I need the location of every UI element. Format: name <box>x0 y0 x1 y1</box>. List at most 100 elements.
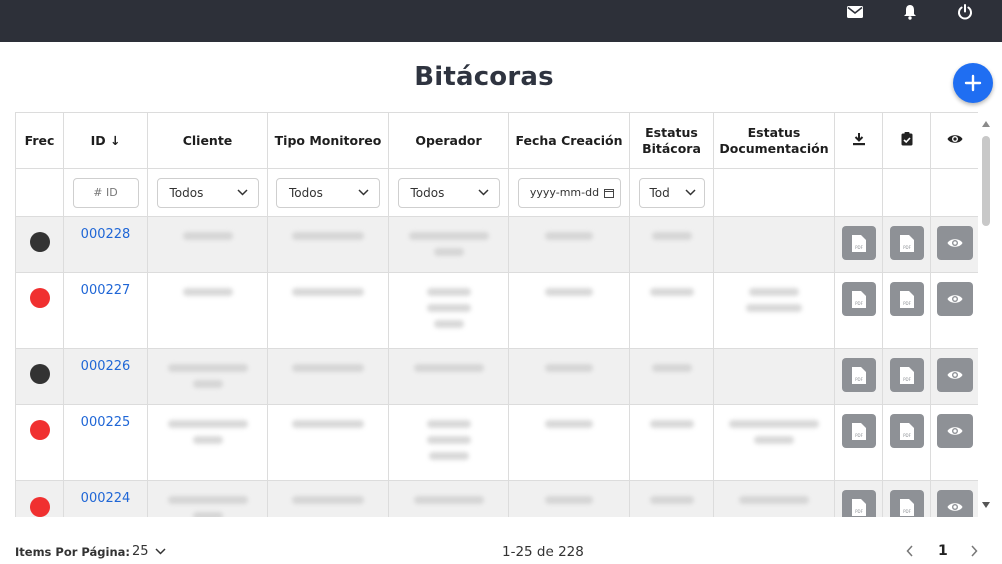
column-header-id[interactable]: ID ↓ <box>63 112 148 169</box>
scroll-up-arrow[interactable] <box>982 121 990 127</box>
pagination-footer: Items Por Página: 25 1-25 de 228 1 <box>0 530 1002 564</box>
pdf-download-button[interactable]: PDF <box>841 490 876 517</box>
page-title: Bitácoras <box>414 62 554 92</box>
row-id-link[interactable]: 000224 <box>81 491 131 506</box>
blurred-text <box>651 232 692 240</box>
eye-icon <box>947 371 962 379</box>
blurred-text <box>167 364 248 372</box>
column-header-estatus-documentacion[interactable]: Estatus Documentación <box>713 112 835 169</box>
view-button[interactable] <box>936 282 973 316</box>
tipo-filter-select[interactable]: Todos <box>276 177 380 208</box>
mail-icon[interactable] <box>844 3 866 21</box>
table-row[interactable]: 000224 PDF PDF <box>15 480 978 517</box>
operador-filter-select[interactable]: Todos <box>397 177 500 208</box>
download-icon <box>852 132 865 145</box>
pagination-range: 1-25 de 228 <box>502 544 584 560</box>
row-id-link[interactable]: 000228 <box>81 227 131 242</box>
column-header-estatus-bitacora[interactable]: Estatus Bitácora <box>629 112 714 169</box>
blurred-text <box>408 232 489 240</box>
eye-icon <box>947 295 962 303</box>
table-row[interactable]: 000228 PDF PDF <box>15 216 978 273</box>
fecha-filter-input[interactable]: yyyy-mm-dd <box>517 177 621 208</box>
blurred-text <box>426 436 471 444</box>
blurred-text <box>292 232 364 240</box>
blurred-text <box>413 496 484 504</box>
blurred-text <box>167 496 248 504</box>
blurred-text <box>545 364 593 372</box>
blurred-text <box>428 452 469 460</box>
column-header-tipo-monitoreo[interactable]: Tipo Monitoreo <box>267 112 389 169</box>
row-id-link[interactable]: 000226 <box>81 359 131 374</box>
row-id-link[interactable]: 000227 <box>81 283 131 298</box>
power-icon[interactable] <box>954 3 976 21</box>
bitacoras-table: Frec ID ↓ Cliente Tipo Monitoreo Operado… <box>15 112 978 517</box>
chevron-right-icon[interactable] <box>970 545 978 557</box>
pdf-download-button[interactable]: PDF <box>841 358 876 392</box>
top-bar <box>0 0 1002 42</box>
blurred-text <box>292 496 364 504</box>
estatus-bitacora-line1: Estatus <box>645 124 698 140</box>
column-header-fecha-creacion[interactable]: Fecha Creación <box>508 112 630 169</box>
estatus-doc-line2: Documentación <box>719 140 829 156</box>
pdf-file-icon: PDF <box>899 290 914 308</box>
table-row[interactable]: 000227 PDF PDF <box>15 272 978 349</box>
pdf-documentation-button[interactable]: PDF <box>889 358 924 392</box>
svg-text:PDF: PDF <box>903 509 911 514</box>
cliente-filter-value: Todos <box>169 185 204 200</box>
row-id-link[interactable]: 000225 <box>81 415 131 430</box>
column-header-operador[interactable]: Operador <box>388 112 509 169</box>
eye-icon <box>947 134 962 143</box>
svg-text:PDF: PDF <box>903 245 911 250</box>
blurred-text <box>192 380 223 388</box>
id-filter-input[interactable]: # ID <box>72 177 139 208</box>
chevron-down-icon <box>358 189 369 196</box>
blurred-text <box>649 420 694 428</box>
current-page[interactable]: 1 <box>938 543 948 559</box>
pdf-download-button[interactable]: PDF <box>841 282 876 316</box>
table-row[interactable]: 000225 PDF PDF <box>15 404 978 481</box>
table-row[interactable]: 000226 PDF PDF <box>15 348 978 405</box>
add-button[interactable] <box>953 63 993 103</box>
view-button[interactable] <box>936 358 973 392</box>
filter-empty <box>834 168 883 217</box>
estatus-doc-line1: Estatus <box>747 124 801 140</box>
view-button[interactable] <box>936 490 973 517</box>
filter-doc-empty <box>713 168 835 217</box>
bell-icon[interactable] <box>899 3 921 21</box>
svg-text:PDF: PDF <box>903 433 911 438</box>
pdf-download-button[interactable]: PDF <box>841 414 876 448</box>
pdf-documentation-button[interactable]: PDF <box>889 282 924 316</box>
pdf-documentation-button[interactable]: PDF <box>889 414 924 448</box>
view-button[interactable] <box>936 226 973 260</box>
blurred-text <box>545 232 593 240</box>
svg-text:PDF: PDF <box>855 301 863 306</box>
items-per-page-select[interactable]: 25 <box>132 544 166 559</box>
pdf-file-icon: PDF <box>899 498 914 516</box>
cliente-filter-select[interactable]: Todos <box>156 177 259 208</box>
blurred-text <box>433 248 464 256</box>
blurred-text <box>182 288 233 296</box>
vertical-scrollbar[interactable] <box>979 112 993 517</box>
pdf-documentation-button[interactable]: PDF <box>889 490 924 517</box>
clipboard-check-icon <box>901 131 912 145</box>
blurred-text <box>739 496 809 504</box>
blurred-text <box>426 304 471 312</box>
view-button[interactable] <box>936 414 973 448</box>
estatus-filter-value: Tod <box>649 185 670 200</box>
operador-filter-value: Todos <box>410 185 445 200</box>
pdf-documentation-button[interactable]: PDF <box>889 226 924 260</box>
scroll-down-arrow[interactable] <box>982 502 990 508</box>
pdf-file-icon: PDF <box>851 422 866 440</box>
frec-indicator <box>29 232 50 252</box>
pdf-file-icon: PDF <box>851 290 866 308</box>
chevron-down-icon <box>684 189 696 196</box>
calendar-icon[interactable] <box>603 188 614 198</box>
chevron-left-icon[interactable] <box>906 545 914 557</box>
scroll-thumb[interactable] <box>982 136 990 226</box>
pdf-download-button[interactable]: PDF <box>841 226 876 260</box>
estatus-filter-select[interactable]: Tod <box>638 177 705 208</box>
column-header-cliente[interactable]: Cliente <box>147 112 268 169</box>
blurred-text <box>746 304 802 312</box>
estatus-bitacora-line2: Bitácora <box>642 140 701 156</box>
frec-indicator <box>29 497 50 517</box>
